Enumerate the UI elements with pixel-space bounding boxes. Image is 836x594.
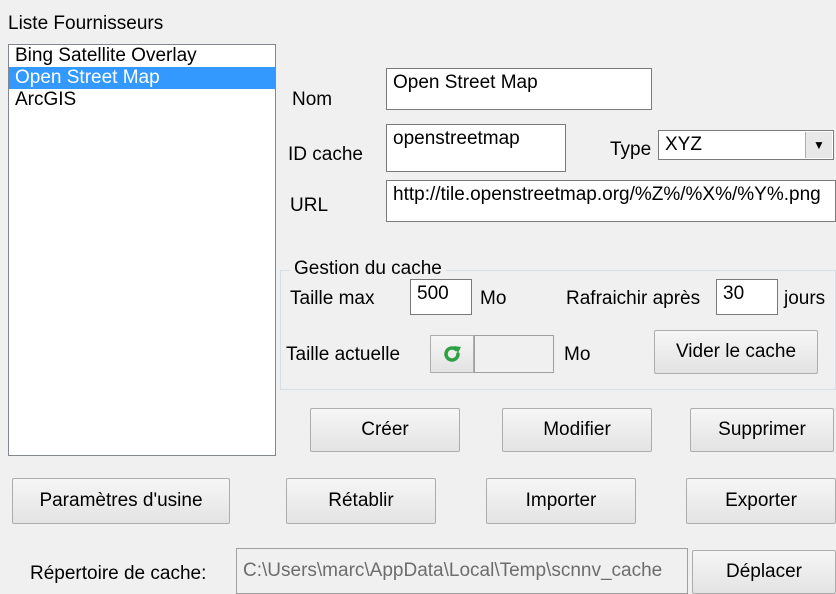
modifier-button[interactable]: Modifier (502, 408, 652, 452)
parametres-usine-button[interactable]: Paramètres d'usine (12, 478, 230, 524)
exporter-button[interactable]: Exporter (686, 478, 836, 524)
providers-title: Liste Fournisseurs (8, 13, 164, 34)
directory-label: Répertoire de cache: (30, 563, 207, 584)
list-item[interactable]: ArcGIS (9, 89, 275, 111)
refresh-icon (444, 346, 461, 362)
taille-max-unit: Mo (480, 288, 507, 309)
chevron-down-icon[interactable]: ▼ (805, 132, 832, 158)
providers-listbox[interactable]: Bing Satellite Overlay Open Street Map A… (8, 44, 276, 456)
supprimer-button[interactable]: Supprimer (690, 408, 834, 452)
url-label: URL (290, 195, 329, 216)
retablir-button[interactable]: Rétablir (286, 478, 436, 524)
taille-actuelle-unit: Mo (564, 344, 591, 365)
deplacer-button[interactable]: Déplacer (692, 550, 836, 594)
id-cache-field[interactable]: openstreetmap (386, 124, 566, 172)
list-item[interactable]: Open Street Map (9, 67, 275, 89)
directory-field: C:\Users\marc\AppData\Local\Temp\scnnv_c… (236, 548, 688, 594)
taille-max-field[interactable]: 500 (410, 279, 472, 315)
taille-max-label: Taille max (290, 288, 375, 309)
vider-cache-button[interactable]: Vider le cache (654, 330, 818, 374)
nom-field[interactable]: Open Street Map (386, 68, 652, 110)
importer-button[interactable]: Importer (486, 478, 636, 524)
list-item[interactable]: Bing Satellite Overlay (9, 45, 275, 67)
type-select-value: XYZ (665, 134, 702, 155)
creer-button[interactable]: Créer (310, 408, 460, 452)
nom-label: Nom (292, 89, 333, 110)
type-select[interactable]: XYZ ▼ (658, 130, 834, 160)
id-cache-label: ID cache (288, 144, 363, 165)
url-field[interactable]: http://tile.openstreetmap.org/%Z%/%X%/%Y… (386, 180, 836, 222)
rafraichir-label: Rafraichir après (566, 288, 701, 309)
refresh-button[interactable] (430, 335, 474, 373)
cache-group-title: Gestion du cache (290, 259, 446, 278)
type-label: Type (610, 139, 652, 160)
taille-actuelle-field (474, 335, 554, 373)
rafraichir-unit: jours (784, 288, 826, 309)
rafraichir-field[interactable]: 30 (716, 279, 778, 315)
taille-actuelle-label: Taille actuelle (286, 344, 401, 365)
